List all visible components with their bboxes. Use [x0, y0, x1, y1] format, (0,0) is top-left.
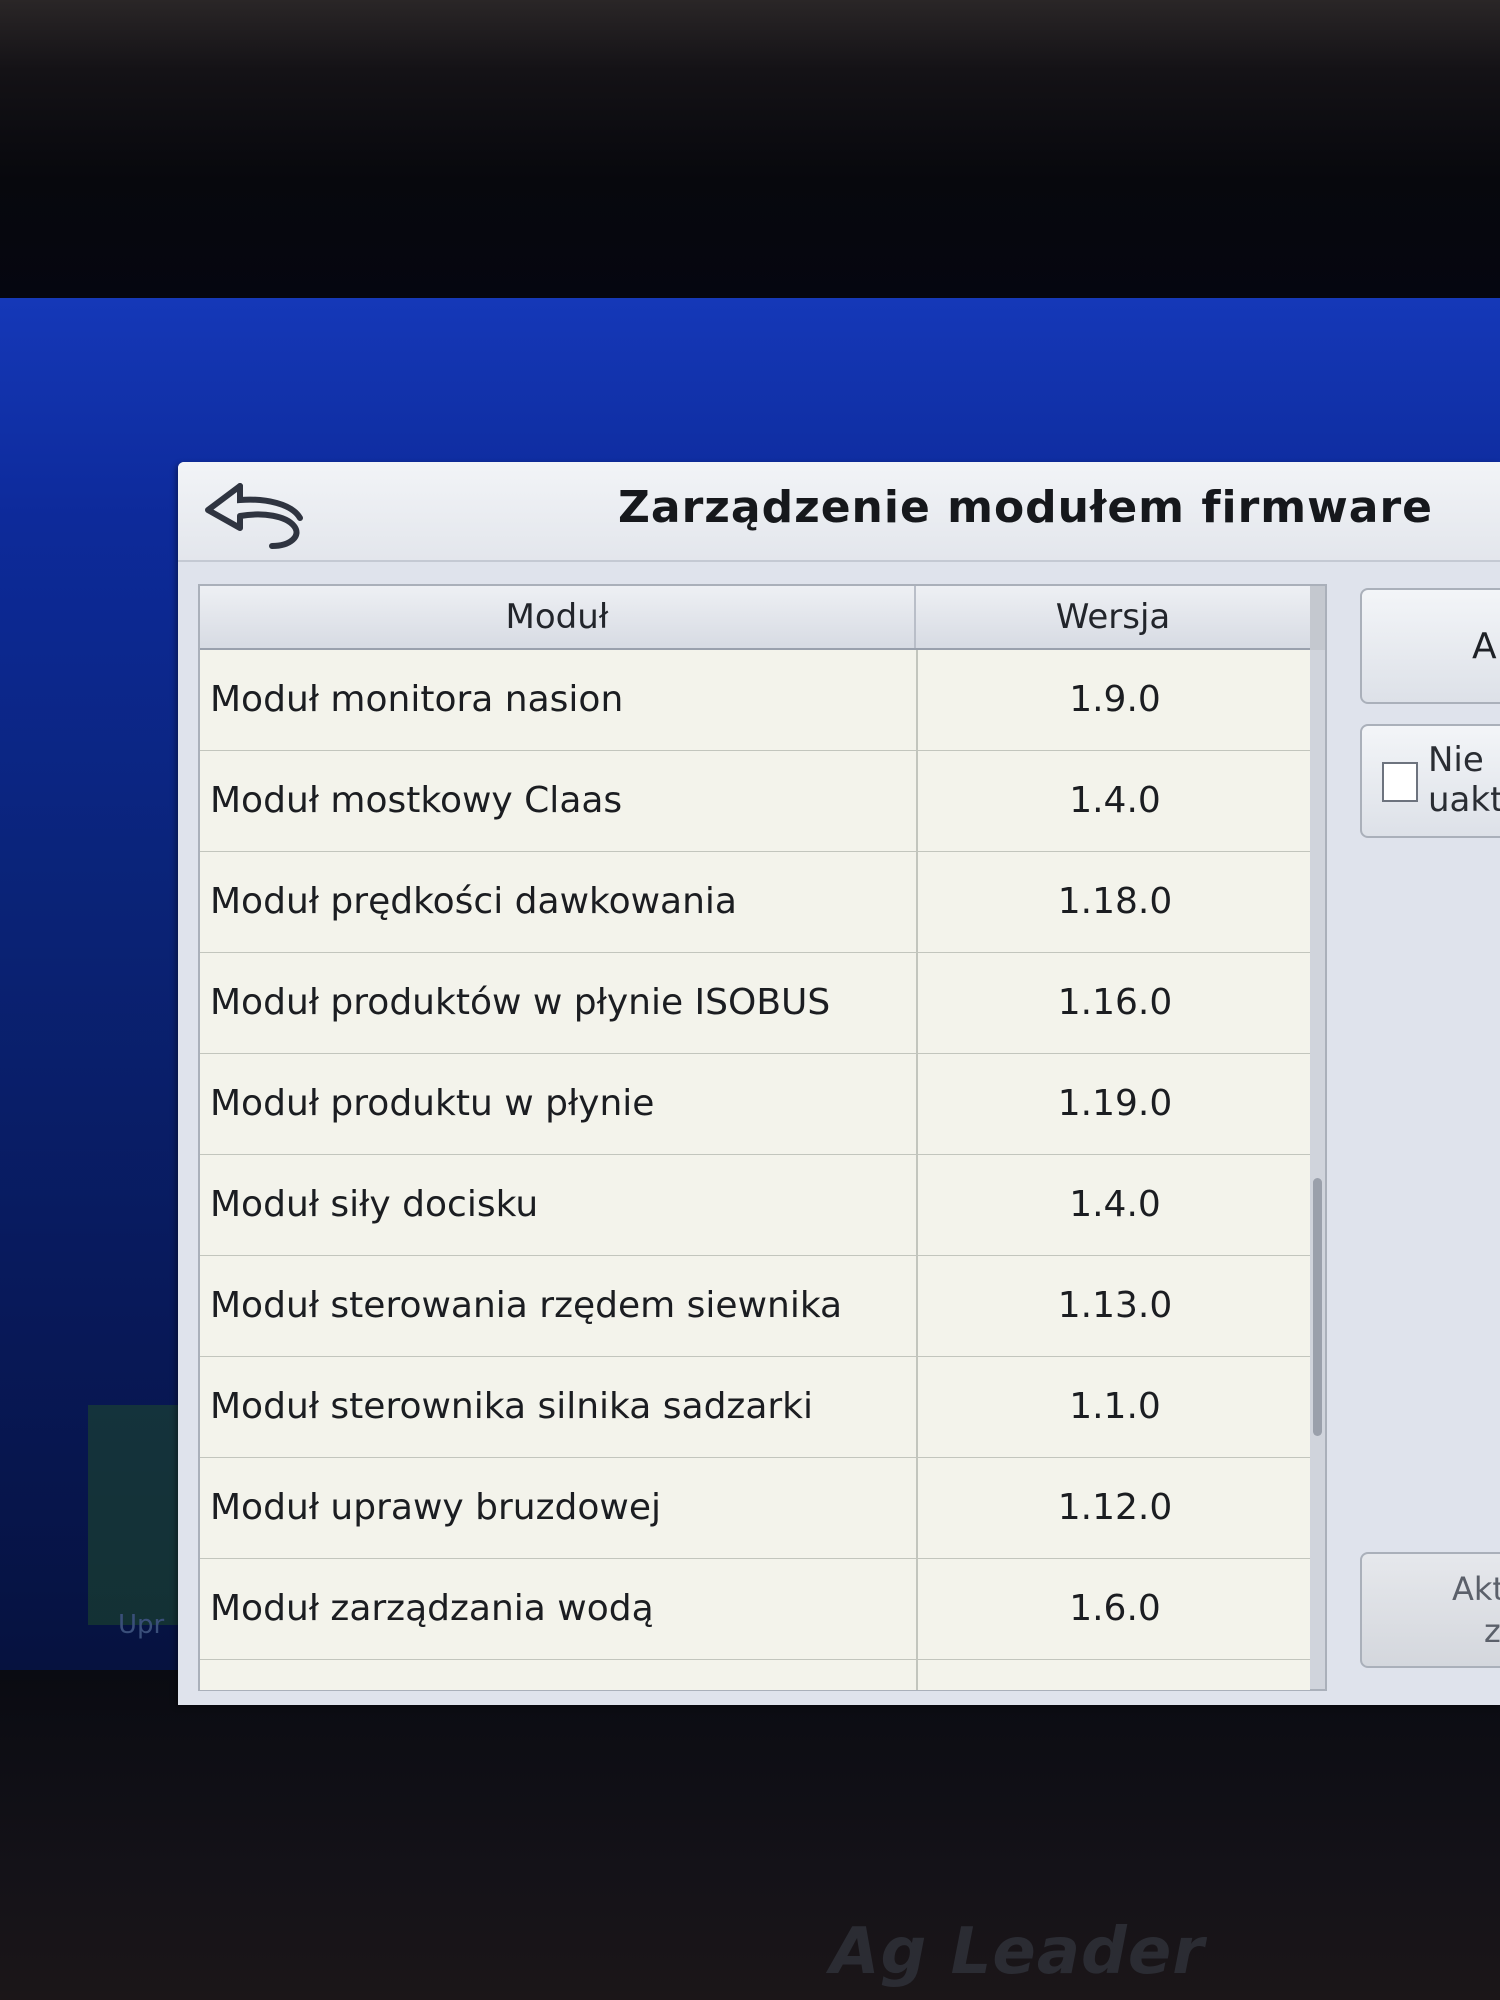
table-row[interactable]: Moduł sterowania rzędem siewnika 1.13.0: [200, 1256, 1310, 1358]
module-name-cell: Moduł sterowania rzędem siewnika: [210, 1285, 843, 1326]
back-button[interactable]: [200, 472, 320, 552]
table-scrollbar[interactable]: [1310, 650, 1325, 1689]
module-name-cell: Moduł zarządzania wodą: [210, 1588, 654, 1629]
module-version-cell: 1.16.0: [916, 953, 1310, 1053]
module-version-cell: 1.13.0: [916, 1256, 1310, 1356]
firmware-dialog: Zarządzenie modułem firmware Moduł Wersj…: [178, 462, 1500, 1705]
table-row[interactable]: Moduł monitora nasion 1.9.0: [200, 650, 1310, 752]
module-version-cell: 1.12.0: [916, 1458, 1310, 1558]
table-row[interactable]: Moduł zarządzania wodą 1.6.0: [200, 1559, 1310, 1661]
undo-arrow-icon: [205, 483, 303, 549]
table-row[interactable]: [200, 1660, 1310, 1690]
device-bezel-top: [0, 0, 1500, 300]
no-update-label-line1: Nie: [1428, 740, 1484, 780]
table-row[interactable]: Moduł prędkości dawkowania 1.18.0: [200, 852, 1310, 954]
module-name-cell: Moduł uprawy bruzdowej: [210, 1487, 661, 1528]
background-tile-label: Upr: [118, 1610, 165, 1640]
module-name-cell: Moduł siły docisku: [210, 1184, 539, 1225]
module-name-cell: [210, 1660, 910, 1690]
side-action-button[interactable]: A: [1360, 588, 1500, 704]
module-name-cell: Moduł produktu w płynie: [210, 1083, 655, 1124]
table-row[interactable]: Moduł sterownika silnika sadzarki 1.1.0: [200, 1357, 1310, 1459]
module-version-cell: 1.4.0: [916, 1155, 1310, 1255]
no-update-label-line2: uakt: [1428, 780, 1500, 820]
no-update-option[interactable]: Nie uakt: [1360, 724, 1500, 838]
module-name-cell: Moduł sterownika silnika sadzarki: [210, 1386, 814, 1427]
module-version-cell: 1.18.0: [916, 852, 1310, 952]
module-name-cell: Moduł produktów w płynie ISOBUS: [210, 982, 831, 1023]
firmware-table: Moduł Wersja Moduł monitora nasion 1.9.0 M…: [198, 584, 1327, 1691]
module-version-cell: 1.1.0: [916, 1357, 1310, 1457]
module-version-cell: 1.9.0: [916, 650, 1310, 750]
module-name-cell: Moduł prędkości dawkowania: [210, 881, 737, 922]
update-button-label-line1: Akt: [1452, 1570, 1500, 1608]
column-header-module[interactable]: Moduł: [200, 586, 916, 648]
module-name-cell: Moduł monitora nasion: [210, 679, 624, 720]
table-header: Moduł Wersja: [200, 586, 1310, 650]
scrollbar-thumb[interactable]: [1313, 1178, 1322, 1436]
module-version-cell: 1.6.0: [916, 1559, 1310, 1659]
no-update-checkbox[interactable]: [1382, 762, 1418, 802]
table-row[interactable]: Moduł uprawy bruzdowej 1.12.0: [200, 1458, 1310, 1560]
table-row[interactable]: Moduł mostkowy Claas 1.4.0: [200, 751, 1310, 853]
side-action-button-label: A: [1472, 626, 1497, 667]
device-bezel-bottom: [0, 1670, 1500, 2000]
brand-logo: Ag Leader: [830, 1915, 1205, 1989]
table-row[interactable]: Moduł produktu w płynie 1.19.0: [200, 1054, 1310, 1156]
dialog-title-bar: Zarządzenie modułem firmware: [178, 462, 1500, 562]
table-row[interactable]: Moduł siły docisku 1.4.0: [200, 1155, 1310, 1257]
table-row[interactable]: Moduł produktów w płynie ISOBUS 1.16.0: [200, 953, 1310, 1055]
module-version-cell: [916, 1660, 1310, 1690]
update-button-label-line2: z: [1484, 1612, 1500, 1650]
column-header-version[interactable]: Wersja: [916, 586, 1310, 648]
dialog-title: Zarządzenie modułem firmware: [618, 482, 1433, 533]
module-version-cell: 1.4.0: [916, 751, 1310, 851]
module-version-cell: 1.19.0: [916, 1054, 1310, 1154]
module-name-cell: Moduł mostkowy Claas: [210, 780, 623, 821]
update-button[interactable]: Akt z: [1360, 1552, 1500, 1668]
table-body: Moduł monitora nasion 1.9.0 Moduł mostkowy…: [200, 650, 1310, 1690]
